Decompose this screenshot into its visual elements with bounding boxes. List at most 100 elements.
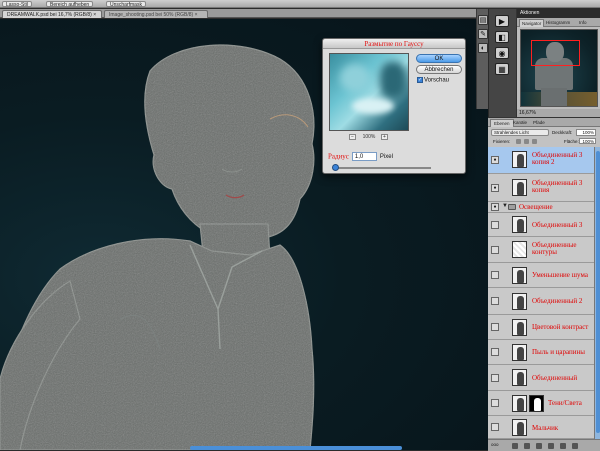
tab-channels[interactable]: Kanäle	[510, 119, 530, 127]
preview-checkbox[interactable]: ✓ Vorschau	[417, 77, 449, 84]
layers-footer: ooo	[488, 439, 600, 451]
layer-row[interactable]: Объединенные контуры	[488, 237, 594, 263]
tab-paths[interactable]: Pfade	[530, 119, 548, 127]
deselect-button[interactable]: Bereich aufheben	[46, 1, 94, 8]
eye-icon[interactable]	[491, 297, 499, 305]
layer-thumbnail	[512, 179, 527, 196]
cancel-button[interactable]: Abbrechen	[416, 65, 462, 74]
eye-icon[interactable]	[491, 246, 499, 254]
lock-label: Fixieren:	[493, 139, 511, 144]
add-mask-icon[interactable]	[524, 443, 530, 449]
zoom-in-button[interactable]: +	[381, 134, 388, 140]
layer-thumbnail	[512, 344, 527, 361]
layer-row[interactable]: Мальчик	[488, 416, 594, 439]
layer-style-icon[interactable]	[512, 443, 518, 449]
eye-icon[interactable]	[491, 221, 499, 229]
eye-icon[interactable]	[491, 374, 499, 382]
tab-image-shooting[interactable]: Image_shooting.psd bei 50% (RGB/8) ×	[104, 10, 208, 18]
eye-icon[interactable]: ●	[491, 184, 499, 192]
new-layer-icon[interactable]	[560, 443, 566, 449]
blur-preview-image[interactable]	[329, 53, 409, 131]
layer-row[interactable]: Цветовой контраст	[488, 315, 594, 340]
navigator-zoom[interactable]: 16,67%	[517, 109, 600, 117]
zoom-out-button[interactable]: −	[349, 134, 356, 140]
unsharp-mask-button[interactable]: Unscharfmask	[106, 1, 146, 8]
layer-name: Объединенные контуры	[532, 241, 577, 256]
folder-icon	[508, 204, 516, 210]
layers-scrollbar[interactable]	[594, 147, 600, 439]
layer-name: Уменьшение шума	[532, 271, 588, 279]
blend-mode-select[interactable]: Strahlendes Licht	[491, 129, 549, 136]
radius-row: Радиус 1,0 Pixel	[328, 152, 393, 161]
actions-header[interactable]: Aktionen	[517, 9, 600, 18]
color-icon[interactable]: ◉	[495, 47, 509, 59]
lock-position-icon[interactable]	[524, 139, 529, 144]
slider-thumb[interactable]	[332, 164, 339, 171]
eye-icon[interactable]	[491, 399, 499, 407]
eye-icon[interactable]	[491, 348, 499, 356]
opacity-field[interactable]: 100%	[576, 129, 596, 136]
eye-icon[interactable]	[491, 271, 499, 279]
layer-name: Пыль и царапины	[532, 348, 585, 356]
eye-icon[interactable]	[491, 423, 499, 431]
layer-thumbnail	[512, 216, 527, 233]
eye-icon[interactable]	[491, 323, 499, 331]
layer-row[interactable]: Уменьшение шума	[488, 263, 594, 288]
layer-row[interactable]: ● Объединенный 3 копия	[488, 174, 594, 202]
layer-row[interactable]: Объединенный 3	[488, 213, 594, 237]
horizontal-scrollbar[interactable]	[190, 446, 402, 450]
layers-tabs: Ebenen Kanäle Pfade	[488, 118, 600, 127]
layer-row[interactable]: Объединенный	[488, 365, 594, 391]
scrollbar-thumb[interactable]	[596, 151, 600, 433]
lock-pixels-icon[interactable]	[516, 139, 521, 144]
tab-navigator[interactable]: Navigator	[519, 19, 545, 27]
adjustment-layer-icon[interactable]	[536, 443, 542, 449]
layer-thumbnail	[512, 293, 527, 310]
radius-slider[interactable]	[332, 164, 431, 171]
navigator-thumbnail[interactable]	[520, 29, 598, 107]
tab-histogram[interactable]: Histogramm	[544, 19, 572, 27]
layer-name: Освещение	[519, 203, 553, 211]
layer-row[interactable]: Тени/Света	[488, 391, 594, 416]
layer-row[interactable]: Пыль и царапины	[488, 340, 594, 365]
layer-name: Цветовой контраст	[532, 323, 589, 331]
swatches-icon[interactable]: ▦	[495, 63, 509, 75]
history-icon[interactable]: ▤	[478, 15, 488, 25]
layer-list: ● Объединенный 3 копия 2 ● Объединенный …	[488, 147, 594, 439]
layer-row[interactable]: ● Объединенный 3 копия 2	[488, 147, 594, 174]
link-layers-icon[interactable]: ooo	[491, 442, 499, 447]
trash-icon[interactable]	[572, 443, 578, 449]
checkmark-icon: ✓	[417, 77, 423, 83]
opacity-label: Deckkraft:	[552, 130, 573, 135]
layer-name: Объединенный 2	[532, 297, 583, 305]
navigator-view-box[interactable]	[531, 40, 580, 66]
layer-thumbnail	[512, 241, 527, 258]
new-group-icon[interactable]	[548, 443, 554, 449]
dialog-title: Размытие по Гауссу	[323, 39, 465, 49]
fill-field[interactable]: 100%	[579, 138, 596, 144]
layer-name: Объединенный 3 копия	[532, 179, 583, 194]
layer-mask-thumbnail[interactable]	[529, 395, 544, 412]
fill-label: Fläche:	[564, 139, 579, 144]
brush-icon[interactable]: ✎	[478, 29, 488, 39]
lasso-style-button[interactable]: Lasso-Stil	[2, 1, 32, 8]
layer-thumbnail	[512, 419, 527, 436]
navigator-panel: Aktionen Navigator Histogramm Info 16,67…	[516, 9, 600, 117]
layer-group-row[interactable]: ● ▼ Освещение	[488, 202, 594, 213]
eye-icon[interactable]: ●	[491, 156, 499, 164]
radius-input[interactable]: 1,0	[351, 152, 377, 161]
gaussian-blur-dialog: Размытие по Гауссу − 100% + OK Abbrechen…	[322, 38, 466, 174]
ok-button[interactable]: OK	[416, 54, 462, 63]
eye-icon[interactable]: ●	[491, 203, 499, 211]
tab-info[interactable]: Info	[577, 19, 589, 27]
tab-dreamwalk[interactable]: DREAMWALK.psd bei 16,7% (RGB/8) ×	[2, 10, 102, 18]
actions-icon[interactable]: ▶	[495, 15, 509, 27]
layer-row[interactable]: Объединенный 2	[488, 288, 594, 315]
styles-icon[interactable]: ◧	[495, 31, 509, 43]
options-bar: Lasso-Stil Bereich aufheben Unscharfmask	[0, 0, 600, 8]
layer-thumbnail	[512, 151, 527, 168]
layer-name: Объединенный	[532, 374, 578, 382]
adjustment-icon[interactable]: ◐	[478, 43, 488, 53]
radius-label: Радиус	[328, 152, 349, 161]
lock-all-icon[interactable]	[532, 139, 537, 144]
